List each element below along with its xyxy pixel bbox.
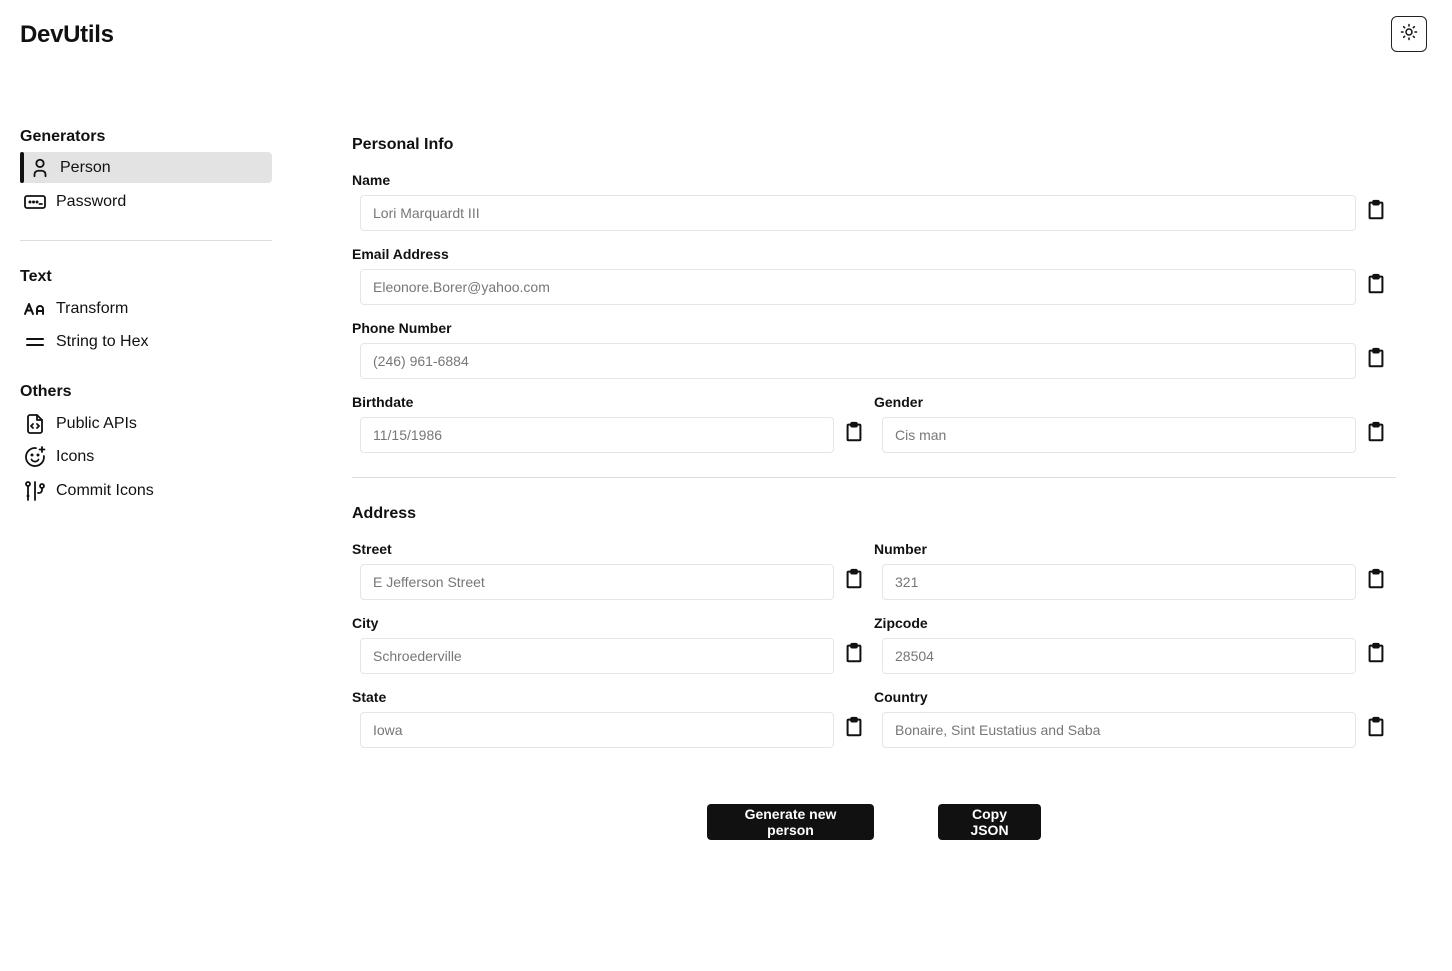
sidebar-item-label: Password: [56, 192, 127, 210]
clipboard-icon: [843, 568, 865, 595]
copy-country-button[interactable]: [1364, 716, 1388, 743]
file-code-icon: [23, 412, 47, 436]
state-label: State: [352, 689, 387, 705]
email-label: Email Address: [352, 246, 449, 262]
sidebar-item-transform[interactable]: Transform: [20, 293, 272, 324]
city-label: City: [352, 615, 379, 631]
copy-birthdate-button[interactable]: [842, 421, 866, 448]
generate-new-person-button[interactable]: Generate new person: [707, 804, 874, 840]
mood-plus-icon: [23, 445, 47, 469]
equals-icon: [23, 330, 47, 354]
city-field[interactable]: [360, 638, 834, 674]
personal-info-title: Personal Info: [352, 136, 454, 153]
sidebar-item-commit-icons[interactable]: Commit Icons: [20, 475, 272, 506]
sidebar-section-others: Others: [20, 383, 72, 400]
clipboard-icon: [1365, 347, 1387, 374]
clipboard-icon: [843, 716, 865, 743]
sidebar-item-label: Person: [60, 158, 111, 176]
clipboard-icon: [1365, 199, 1387, 226]
copy-city-button[interactable]: [842, 642, 866, 669]
sidebar-item-public-apis[interactable]: Public APIs: [20, 408, 272, 439]
state-field[interactable]: [360, 712, 834, 748]
clipboard-icon: [1365, 273, 1387, 300]
gender-label: Gender: [874, 394, 924, 410]
clipboard-icon: [843, 642, 865, 669]
address-title: Address: [352, 505, 417, 522]
copy-state-button[interactable]: [842, 716, 866, 743]
clipboard-icon: [1365, 421, 1387, 448]
birthdate-field[interactable]: [360, 417, 834, 453]
sidebar-item-label: Commit Icons: [56, 481, 154, 499]
copy-gender-button[interactable]: [1364, 421, 1388, 448]
gender-field[interactable]: [882, 417, 1356, 453]
sidebar-item-icons[interactable]: Icons: [20, 441, 272, 472]
user-icon: [28, 156, 52, 180]
email-field[interactable]: [360, 269, 1356, 305]
sidebar-item-label: String to Hex: [56, 332, 149, 350]
zipcode-field[interactable]: [882, 638, 1356, 674]
copy-email-button[interactable]: [1364, 273, 1388, 300]
sidebar-item-label: Icons: [56, 447, 95, 465]
theme-toggle-button[interactable]: [1391, 16, 1427, 52]
copy-phone-button[interactable]: [1364, 347, 1388, 374]
name-field[interactable]: [360, 195, 1356, 231]
birthdate-label: Birthdate: [352, 394, 414, 410]
copy-json-button[interactable]: Copy JSON: [938, 804, 1041, 840]
sidebar-item-string-to-hex[interactable]: String to Hex: [20, 326, 272, 357]
sidebar-item-label: Transform: [56, 299, 129, 317]
sidebar-item-person[interactable]: Person: [20, 152, 272, 183]
phone-field[interactable]: [360, 343, 1356, 379]
password-icon: [23, 190, 47, 214]
clipboard-icon: [1365, 642, 1387, 669]
section-divider: [352, 477, 1396, 478]
zipcode-label: Zipcode: [874, 615, 928, 631]
clipboard-icon: [843, 421, 865, 448]
sidebar-item-password[interactable]: Password: [20, 186, 272, 217]
sidebar-section-text: Text: [20, 268, 52, 285]
copy-street-button[interactable]: [842, 568, 866, 595]
phone-label: Phone Number: [352, 320, 452, 336]
country-field[interactable]: [882, 712, 1356, 748]
copy-zipcode-button[interactable]: [1364, 642, 1388, 669]
number-field[interactable]: [882, 564, 1356, 600]
copy-name-button[interactable]: [1364, 199, 1388, 226]
sun-icon: [1400, 23, 1418, 46]
sidebar-item-label: Public APIs: [56, 414, 137, 432]
git-commit-icon: [23, 479, 47, 503]
street-field[interactable]: [360, 564, 834, 600]
number-label: Number: [874, 541, 927, 557]
name-label: Name: [352, 172, 391, 188]
street-label: Street: [352, 541, 392, 557]
clipboard-icon: [1365, 716, 1387, 743]
copy-number-button[interactable]: [1364, 568, 1388, 595]
sidebar-section-generators: Generators: [20, 128, 106, 145]
country-label: Country: [874, 689, 928, 705]
text-case-icon: [23, 297, 47, 321]
app-title: DevUtils: [20, 21, 114, 48]
sidebar-divider: [20, 240, 272, 241]
clipboard-icon: [1365, 568, 1387, 595]
